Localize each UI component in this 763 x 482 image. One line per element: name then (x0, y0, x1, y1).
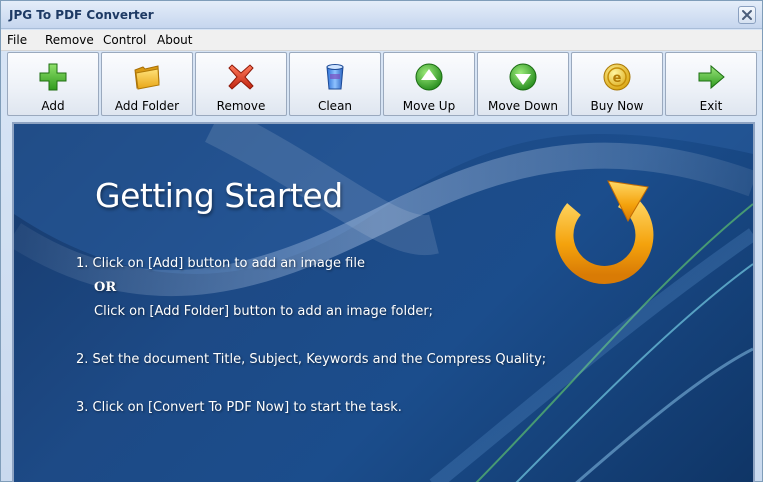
refresh-icon (555, 180, 654, 284)
move-up-icon (415, 63, 443, 91)
buy-now-button[interactable]: e Buy Now (571, 52, 663, 116)
add-folder-button[interactable]: Add Folder (101, 52, 193, 116)
move-up-button[interactable]: Move Up (383, 52, 475, 116)
folder-icon (134, 65, 160, 90)
menu-control[interactable]: Control (103, 33, 146, 47)
heading: Getting Started (95, 176, 343, 215)
step-3-text: 3. Click on [Convert To PDF Now] to star… (76, 400, 402, 415)
clean-label: Clean (317, 99, 353, 113)
step-1b-text: Click on [Add Folder] button to add an i… (94, 304, 434, 319)
svg-text:e: e (613, 71, 622, 86)
add-button[interactable]: Add (7, 52, 99, 116)
clean-icon (326, 64, 344, 90)
menu-file[interactable]: File (7, 33, 27, 47)
move-down-icon (509, 63, 537, 91)
add-folder-label: Add Folder (114, 99, 180, 113)
remove-button[interactable]: Remove (195, 52, 287, 116)
exit-label: Exit (699, 99, 723, 113)
remove-label: Remove (216, 99, 266, 113)
menu-remove[interactable]: Remove (45, 33, 94, 47)
step-1-text: 1. Click on [Add] button to add an image… (76, 256, 365, 271)
step-2-text: 2. Set the document Title, Subject, Keyw… (76, 352, 547, 367)
buy-now-label: Buy Now (590, 99, 644, 113)
add-label: Add (41, 99, 65, 113)
remove-icon (228, 64, 254, 90)
or-text: OR (94, 280, 117, 295)
app-window: JPG To PDF Converter File Remove Control… (0, 0, 763, 482)
move-up-label: Move Up (402, 99, 456, 113)
getting-started-panel: Getting Started 1. Click on [Add] button… (12, 122, 755, 482)
clean-button[interactable]: Clean (289, 52, 381, 116)
add-icon (39, 63, 67, 91)
move-down-label: Move Down (488, 99, 558, 113)
title-bar: JPG To PDF Converter (1, 1, 762, 29)
close-icon (742, 10, 752, 20)
window-title: JPG To PDF Converter (9, 8, 154, 22)
buy-now-icon: e (603, 63, 631, 91)
move-down-button[interactable]: Move Down (477, 52, 569, 116)
menu-bar: File Remove Control About (1, 30, 762, 51)
menu-about[interactable]: About (157, 33, 192, 47)
exit-button[interactable]: Exit (665, 52, 757, 116)
exit-icon (698, 64, 725, 90)
toolbar: Add Add Folder Remove Clean Move Up Move… (7, 52, 758, 116)
close-button[interactable] (738, 6, 756, 24)
